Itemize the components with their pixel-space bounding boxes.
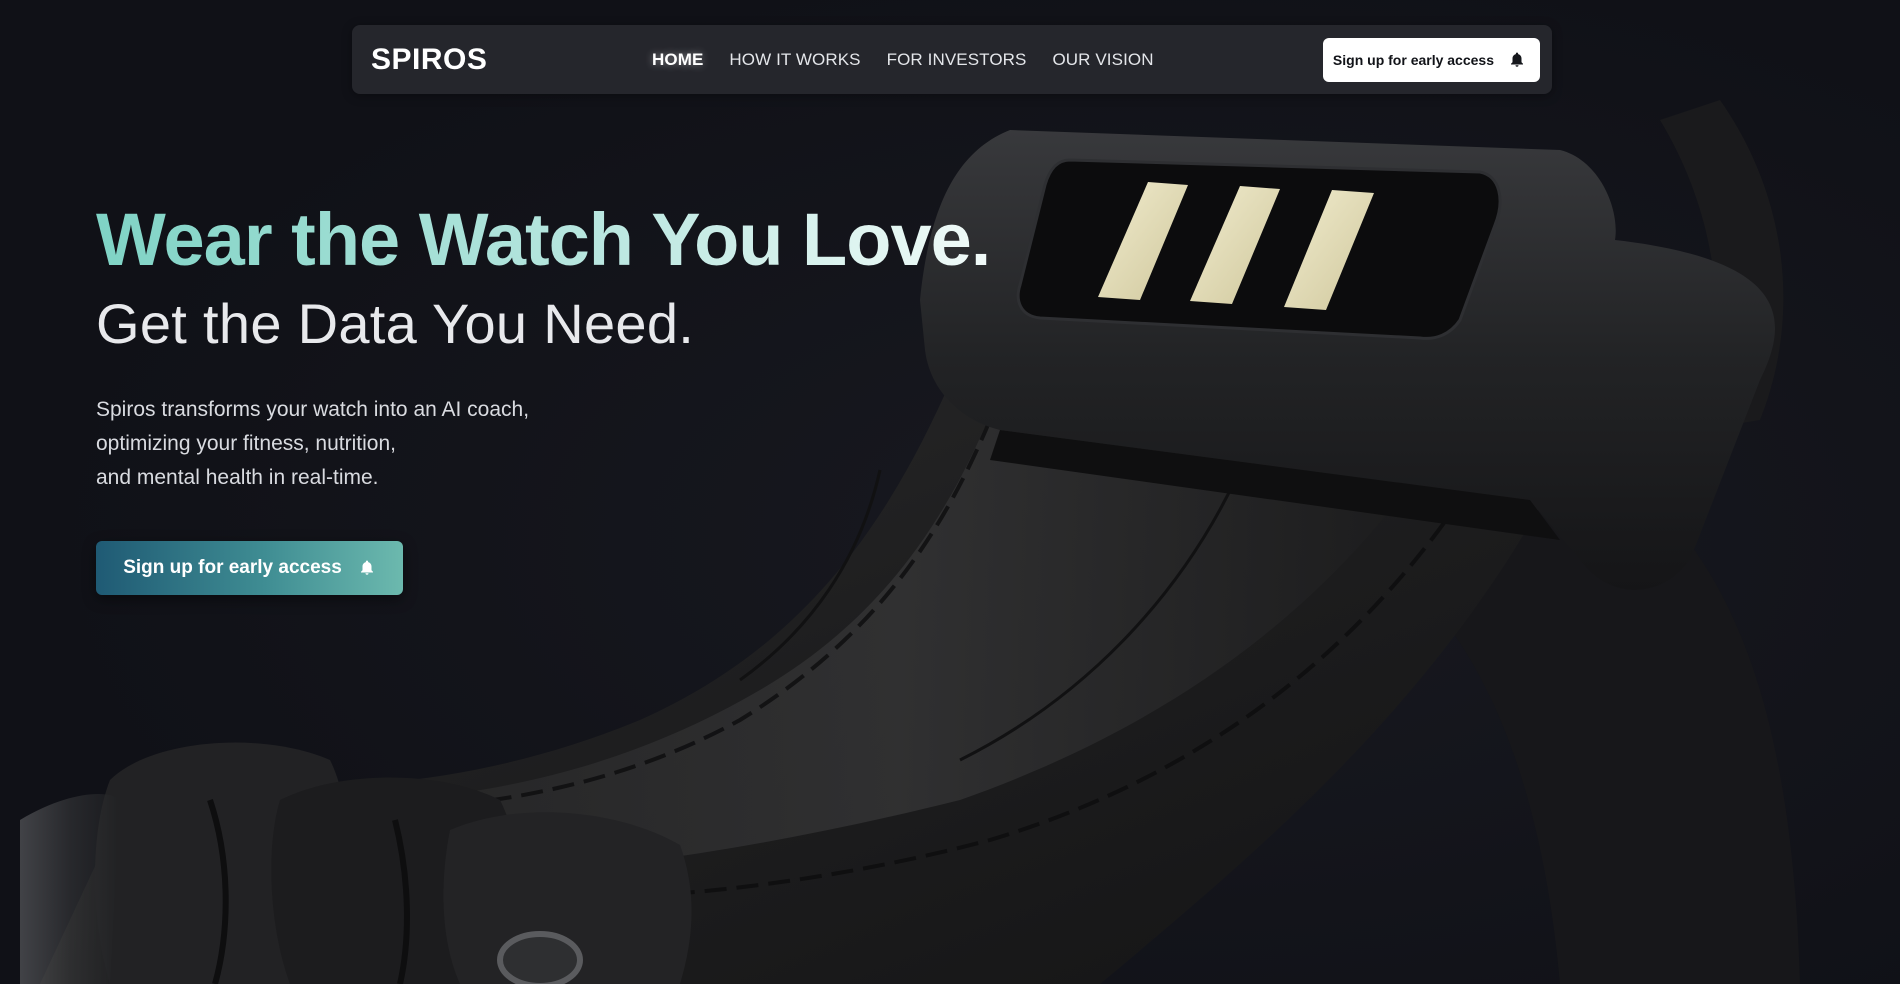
hero-description-line: and mental health in real-time. <box>96 466 379 489</box>
hero-description: Spiros transforms your watch into an AI … <box>96 393 996 495</box>
nav-signup-label: Sign up for early access <box>1332 52 1494 68</box>
nav-signup-button[interactable]: Sign up for early access <box>1322 38 1540 82</box>
top-navbar: SPIROS HOME HOW IT WORKS FOR INVESTORS O… <box>352 25 1552 94</box>
nav-links: HOME HOW IT WORKS FOR INVESTORS OUR VISI… <box>652 25 1154 94</box>
nav-link-how-it-works[interactable]: HOW IT WORKS <box>729 50 860 70</box>
bell-icon <box>358 559 376 577</box>
hero-description-line: optimizing your fitness, nutrition, <box>96 432 396 455</box>
hero-signup-button[interactable]: Sign up for early access <box>96 541 403 595</box>
nav-link-our-vision[interactable]: OUR VISION <box>1052 50 1153 70</box>
hero-signup-label: Sign up for early access <box>123 557 342 578</box>
nav-link-for-investors[interactable]: FOR INVESTORS <box>887 50 1027 70</box>
hero-subheadline: Get the Data You Need. <box>96 292 695 355</box>
hero-description-line: Spiros transforms your watch into an AI … <box>96 398 530 421</box>
bell-icon <box>1508 51 1526 69</box>
brand-logo[interactable]: SPIROS <box>371 25 487 94</box>
hero-headline: Wear the Watch You Love. <box>96 190 996 290</box>
hero-section: Wear the Watch You Love. Get the Data Yo… <box>96 190 996 595</box>
nav-link-home[interactable]: HOME <box>652 50 703 70</box>
